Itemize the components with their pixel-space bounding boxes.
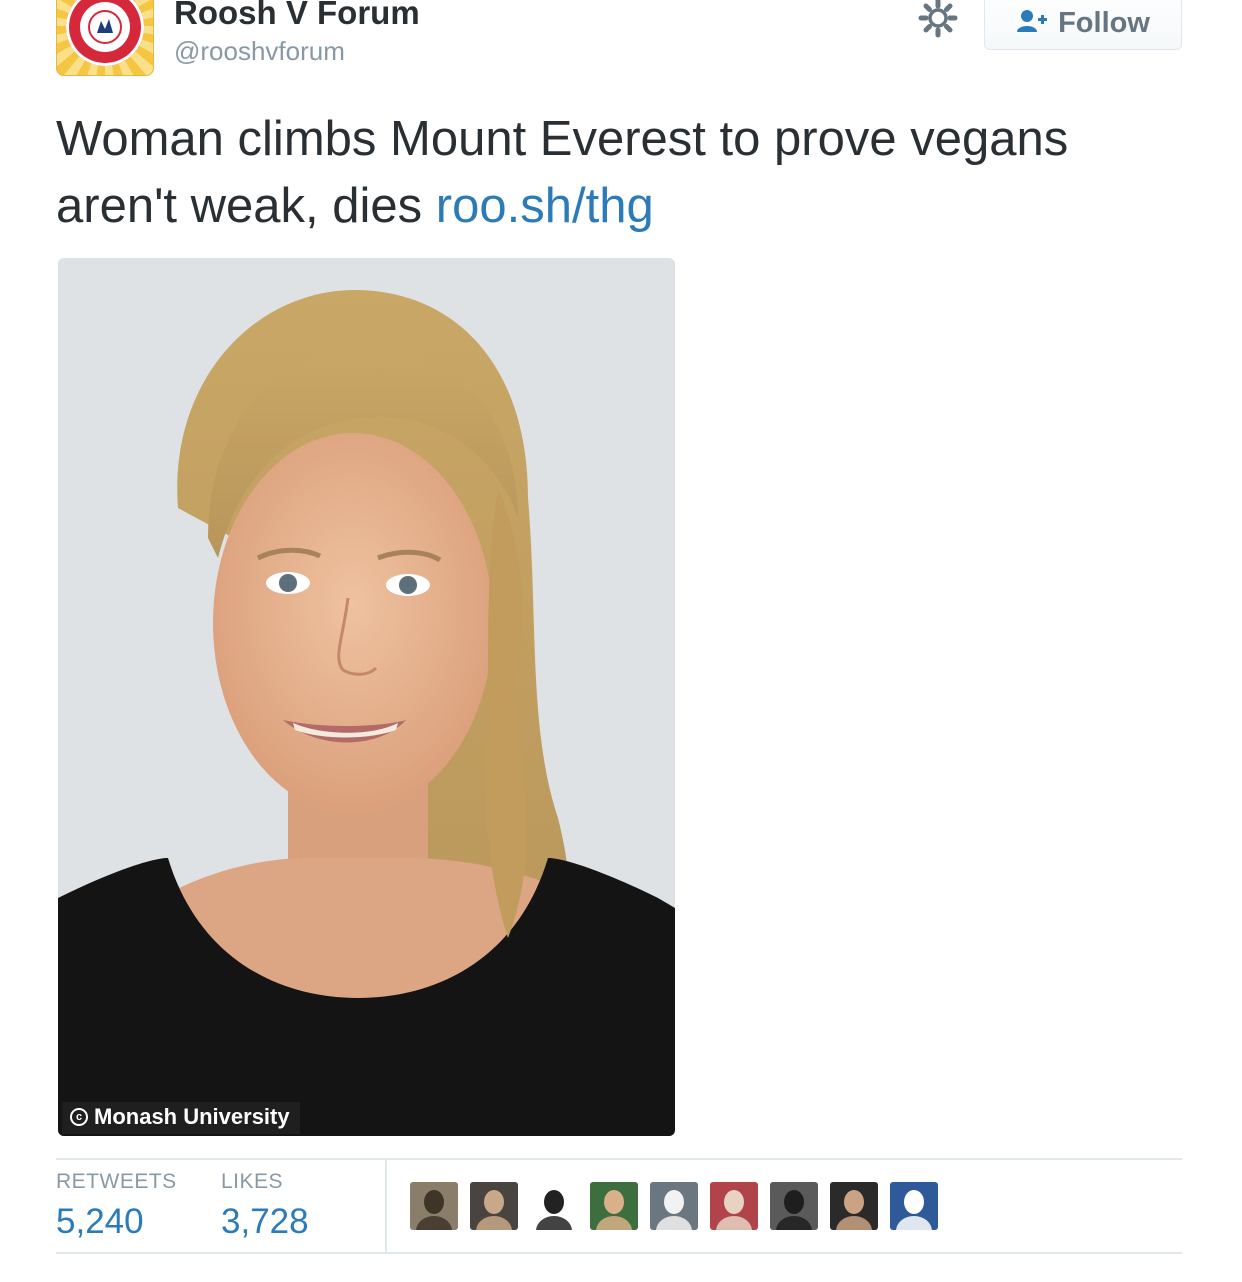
shoulder-silhouette <box>656 1216 692 1230</box>
gear-icon[interactable] <box>918 0 958 38</box>
face-silhouette <box>604 1190 624 1214</box>
face-silhouette <box>664 1190 684 1214</box>
tweet-text: Woman climbs Mount Everest to prove vega… <box>56 106 1196 240</box>
likes-stat[interactable]: LIKES 3,728 <box>221 1170 309 1242</box>
stats-separator <box>385 1160 387 1252</box>
tweet-link[interactable]: roo.sh/thg <box>436 179 654 233</box>
copyright-icon: c <box>70 1108 88 1126</box>
shoulder-silhouette <box>776 1216 812 1230</box>
shoulder-silhouette <box>596 1216 632 1230</box>
follow-button[interactable]: Follow <box>984 0 1182 50</box>
liker-avatar-8[interactable] <box>830 1182 878 1230</box>
liker-avatar-5[interactable] <box>650 1182 698 1230</box>
account-display-name[interactable]: Roosh V Forum <box>174 0 420 32</box>
retweets-label: RETWEETS <box>56 1170 177 1193</box>
account-avatar[interactable] <box>56 0 154 76</box>
shoulder-silhouette <box>536 1216 572 1230</box>
likes-label: LIKES <box>221 1170 284 1193</box>
photo-credit: c Monash University <box>62 1102 300 1134</box>
retweets-stat[interactable]: RETWEETS 5,240 <box>56 1170 177 1242</box>
shoulder-silhouette <box>476 1216 512 1230</box>
likes-count: 3,728 <box>221 1202 309 1241</box>
liker-avatars <box>410 1182 938 1230</box>
portrait-image <box>58 258 675 1136</box>
face-silhouette <box>424 1190 444 1214</box>
liker-avatar-4[interactable] <box>590 1182 638 1230</box>
shoulder-silhouette <box>716 1216 752 1230</box>
stats-divider-top <box>56 1158 1182 1160</box>
face-silhouette <box>904 1190 924 1214</box>
stats-divider-bottom <box>56 1252 1182 1254</box>
liker-avatar-2[interactable] <box>470 1182 518 1230</box>
add-user-icon <box>1016 8 1048 39</box>
shoulder-silhouette <box>896 1216 932 1230</box>
photo-credit-text: Monash University <box>94 1104 290 1129</box>
face-silhouette <box>724 1190 744 1214</box>
liker-avatar-3[interactable] <box>530 1182 578 1230</box>
liker-avatar-7[interactable] <box>770 1182 818 1230</box>
tweet-card: Roosh V Forum @rooshvforum Follow Woman … <box>0 0 1242 1282</box>
face-silhouette <box>544 1190 564 1214</box>
face-silhouette <box>844 1190 864 1214</box>
baking-soda-badge-icon <box>66 0 144 66</box>
follow-label: Follow <box>1058 6 1150 39</box>
shoulder-silhouette <box>416 1216 452 1230</box>
face-silhouette <box>484 1190 504 1214</box>
liker-avatar-9[interactable] <box>890 1182 938 1230</box>
liker-avatar-6[interactable] <box>710 1182 758 1230</box>
face-silhouette <box>784 1190 804 1214</box>
retweets-count: 5,240 <box>56 1202 144 1241</box>
tweet-photo[interactable]: c Monash University <box>58 258 675 1136</box>
shoulder-silhouette <box>836 1216 872 1230</box>
liker-avatar-1[interactable] <box>410 1182 458 1230</box>
account-handle[interactable]: @rooshvforum <box>174 36 345 67</box>
